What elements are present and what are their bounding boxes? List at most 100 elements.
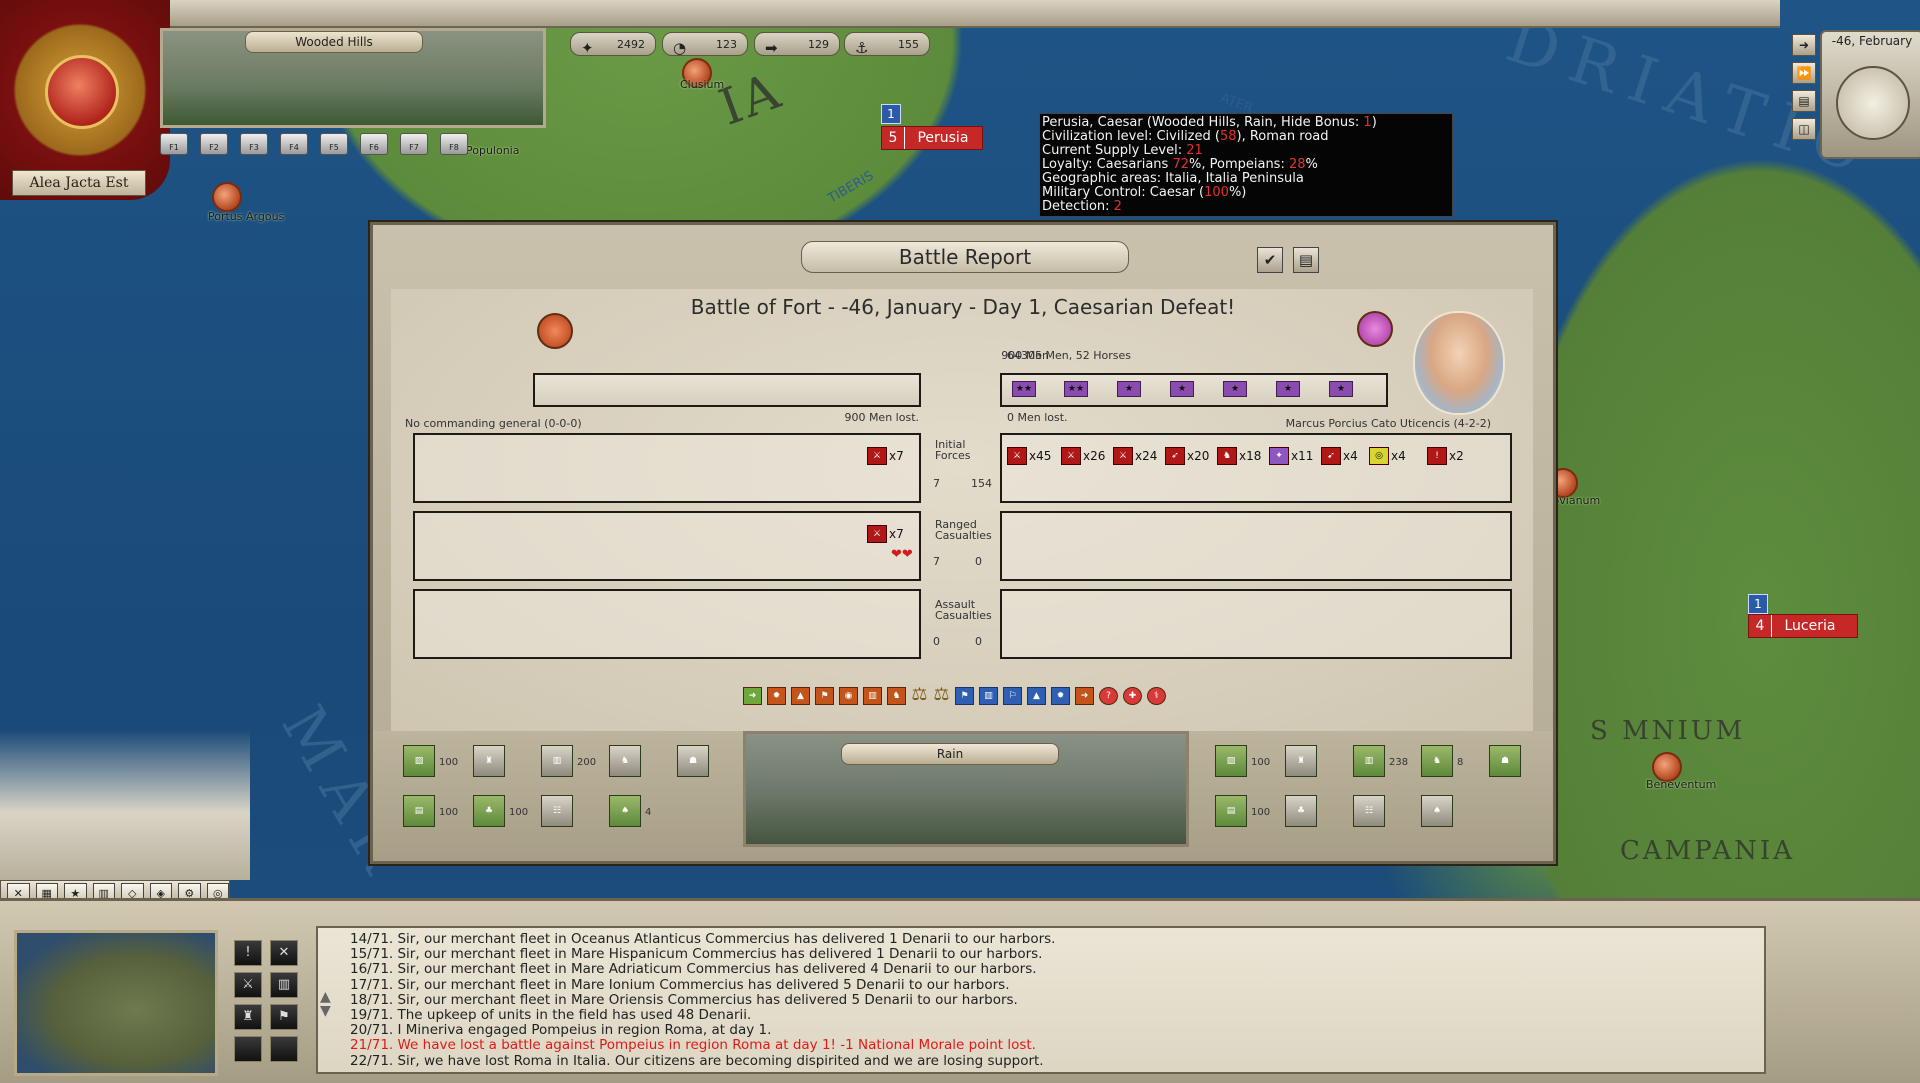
fkey-5[interactable]: F5 (320, 133, 348, 155)
fkey-6[interactable]: F6 (360, 133, 388, 155)
manpower-counter[interactable]: ◔ 123 (662, 32, 748, 57)
unit-count: x4 (1343, 449, 1358, 463)
soldier-icon[interactable]: ♜ (234, 1004, 262, 1030)
right-hill-val: 100 (1251, 807, 1271, 818)
attack-mod-icon[interactable]: ◉ (839, 687, 858, 705)
fkey-4[interactable]: F4 (280, 133, 308, 155)
world-minimap[interactable] (14, 930, 218, 1076)
empty-slot-icon[interactable] (270, 1036, 298, 1062)
scales-icon[interactable]: ⚖ (911, 686, 928, 704)
fkey-1[interactable]: F1 (160, 133, 188, 155)
money-counter[interactable]: ✦ 2492 (570, 32, 656, 57)
flag-icon[interactable]: ⚑ (270, 1004, 298, 1030)
alert-icon[interactable]: ! (234, 940, 262, 966)
attack-mod-icon[interactable]: ▲ (791, 687, 810, 705)
left-river-icon[interactable]: ♠ (609, 795, 641, 827)
faction-emblem-icon[interactable] (45, 55, 119, 129)
tooltip-text: %) (1228, 185, 1247, 200)
defense-mod-icon[interactable]: ⚑ (955, 687, 974, 705)
leader-mod-icon[interactable]: ✚ (1123, 687, 1142, 705)
ledger-icon[interactable]: ▤ (1792, 90, 1816, 112)
general-portrait[interactable] (1413, 311, 1505, 415)
attack-mod-icon[interactable]: ⚑ (815, 687, 834, 705)
defense-mod-icon[interactable]: ⚐ (1003, 687, 1022, 705)
right-unit-3[interactable]: ⚔ x24 (1113, 447, 1157, 465)
left-hill-icon[interactable]: ▤ (403, 795, 435, 827)
tooltip-civ-level: 58 (1219, 129, 1237, 144)
log-line: 19/71. The upkeep of units in the field … (350, 1007, 752, 1024)
right-commander-icon[interactable]: ☗ (1489, 745, 1521, 777)
right-unit-2[interactable]: ⚔ x26 (1061, 447, 1105, 465)
fkey-2[interactable]: F2 (200, 133, 228, 155)
right-terrain-icon[interactable]: ▨ (1215, 745, 1247, 777)
right-unit-5[interactable]: ♞ x18 (1217, 447, 1261, 465)
tooltip-detection: 2 (1113, 199, 1122, 214)
fast-forward-icon[interactable]: ⏩ (1792, 62, 1816, 84)
supply-unit-icon: ◎ (1369, 447, 1389, 465)
perusia-region-tag[interactable]: 5 Perusia (881, 126, 983, 150)
right-unit-7[interactable]: ➹ x4 (1321, 447, 1358, 465)
right-river-icon[interactable]: ♠ (1421, 795, 1453, 827)
help-icon[interactable]: ? (1099, 687, 1118, 705)
cavalry-icon: ♞ (1217, 447, 1237, 465)
right-unit-8[interactable]: ◎ x4 (1369, 447, 1406, 465)
left-fort-icon[interactable]: ▥ (541, 745, 573, 777)
message-log[interactable]: 14/71. Sir, our merchant fleet in Oceanu… (316, 926, 1766, 1074)
log-line: 16/71. Sir, our merchant fleet in Mare A… (350, 961, 1037, 978)
region-label-italia: IA (711, 61, 790, 137)
defense-mod-icon[interactable]: ▲ (1027, 687, 1046, 705)
left-terrain-icon[interactable]: ▨ (403, 745, 435, 777)
ship-icon: ⚓ (855, 39, 869, 57)
army-icon[interactable]: ▥ (270, 972, 298, 998)
sword-icon[interactable]: ⚔ (234, 972, 262, 998)
right-hill-icon[interactable]: ▤ (1215, 795, 1247, 827)
alea-jacta-est-button[interactable]: Alea Jacta Est (12, 170, 146, 196)
luceria-army-count[interactable]: 1 (1748, 594, 1768, 614)
left-ranged-unit[interactable]: ⚔ x7 (867, 525, 904, 543)
empty-slot-icon[interactable] (234, 1036, 262, 1062)
attack-mod-icon[interactable]: ▥ (863, 687, 882, 705)
attack-mod-icon[interactable]: ✹ (767, 687, 786, 705)
supply-counter[interactable]: ➡ 129 (754, 32, 840, 57)
luceria-region-tag[interactable]: 4 Luceria (1748, 614, 1858, 638)
right-troops-icon[interactable]: ☷ (1353, 795, 1385, 827)
right-unit-6[interactable]: ✦ x11 (1269, 447, 1313, 465)
right-fort-icon[interactable]: ▥ (1353, 745, 1385, 777)
unit-count: x20 (1187, 449, 1210, 463)
left-troops-icon[interactable]: ☷ (541, 795, 573, 827)
right-cavalry-icon[interactable]: ♞ (1421, 745, 1453, 777)
next-turn-icon[interactable]: ➜ (1792, 34, 1816, 56)
terrain-mod-icon[interactable]: ➜ (743, 687, 762, 705)
scales-icon[interactable]: ⚖ (933, 686, 950, 704)
unit-count: x7 (889, 449, 904, 463)
legion-icon: ⚔ (1113, 447, 1133, 465)
defense-mod-icon[interactable]: ▥ (979, 687, 998, 705)
log-scroll-arrows-icon[interactable]: ▲ ▼ (320, 990, 331, 1018)
right-unit-4[interactable]: ➶ x20 (1165, 447, 1209, 465)
right-defense-icon[interactable]: ♜ (1285, 745, 1317, 777)
perusia-army-count[interactable]: 1 (881, 104, 901, 124)
save-icon[interactable]: ◫ (1792, 118, 1816, 140)
left-defense-icon[interactable]: ♜ (473, 745, 505, 777)
left-cavalry-icon[interactable]: ♞ (609, 745, 641, 777)
crossed-swords-icon[interactable]: ✕ (270, 940, 298, 966)
left-commander-icon[interactable]: ☗ (677, 745, 709, 777)
fleet-counter[interactable]: ⚓ 155 (844, 32, 930, 57)
fkey-7[interactable]: F7 (400, 133, 428, 155)
confirm-checkbox-icon[interactable]: ✔ (1257, 247, 1283, 273)
left-forest-icon[interactable]: ♣ (473, 795, 505, 827)
defense-mod-icon[interactable]: ✹ (1051, 687, 1070, 705)
right-assault-casualties (1000, 589, 1512, 659)
right-unit-1[interactable]: ⚔ x45 (1007, 447, 1051, 465)
city-marker-portus-argous[interactable] (212, 182, 242, 212)
right-unit-9[interactable]: ! x2 (1427, 447, 1464, 465)
attack-mod-icon[interactable]: ➜ (1075, 687, 1094, 705)
left-initial-unit[interactable]: ⚔ x7 (867, 447, 904, 465)
morale-mod-icon[interactable]: ⚕ (1147, 687, 1166, 705)
attack-mod-icon[interactable]: ♞ (887, 687, 906, 705)
right-forest-icon[interactable]: ♣ (1285, 795, 1317, 827)
fkey-3[interactable]: F3 (240, 133, 268, 155)
star-icon: ★ (1223, 381, 1247, 397)
fkey-8[interactable]: F8 (440, 133, 468, 155)
details-icon[interactable]: ▤ (1293, 247, 1319, 273)
